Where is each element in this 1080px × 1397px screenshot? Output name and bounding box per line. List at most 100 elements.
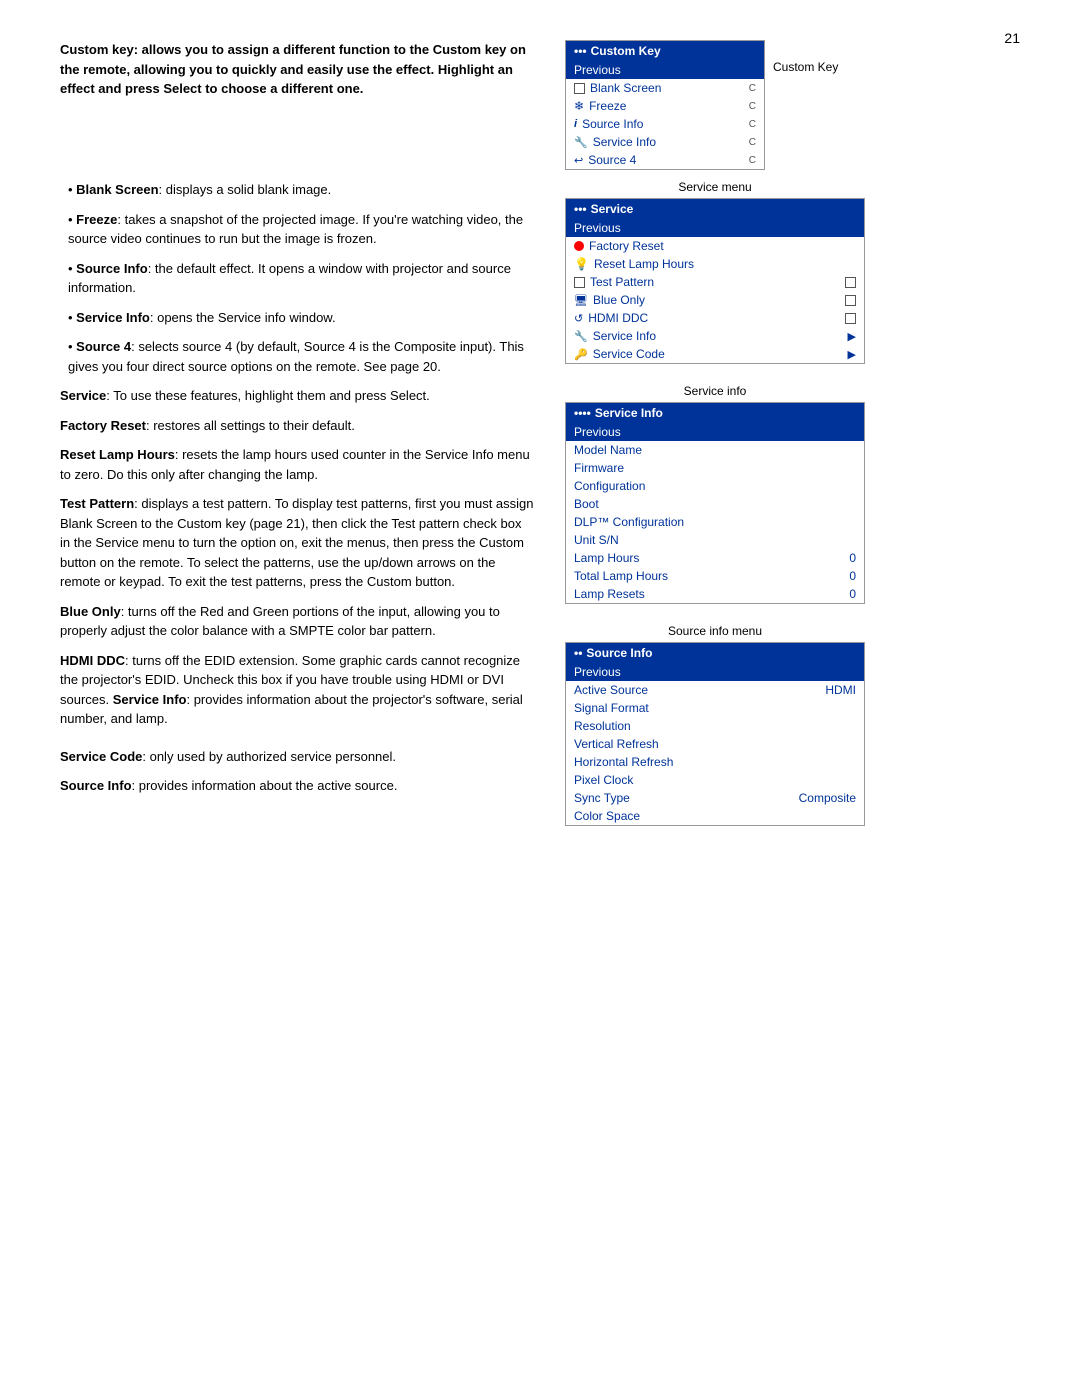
test-pattern-item-label: Test Pattern — [590, 275, 654, 289]
source-info-menu-title: •• Source Info — [566, 643, 864, 663]
sync-type-value: Composite — [799, 791, 856, 805]
factory-reset-desc: : restores all settings to their default… — [146, 418, 355, 433]
total-lamp-hours-value: 0 — [849, 569, 856, 583]
horizontal-refresh-label: Horizontal Refresh — [574, 755, 673, 769]
service-info-arrow: ▶ — [848, 330, 856, 343]
hdmi-ddc-item[interactable]: ↺ HDMI DDC — [566, 309, 864, 327]
source-info-previous[interactable]: Previous — [566, 663, 864, 681]
freeze-radio[interactable]: C — [749, 101, 756, 112]
hdmi-ddc-para: HDMI DDC: turns off the EDID extension. … — [60, 651, 535, 729]
test-pattern-item[interactable]: Test Pattern — [566, 273, 864, 291]
source-info2-bold: Source Info — [60, 778, 132, 793]
service-code-bold: Service Code — [60, 749, 142, 764]
service-code-arrow: ▶ — [848, 348, 856, 361]
source-info-radio[interactable]: C — [749, 119, 756, 130]
vertical-refresh-label: Vertical Refresh — [574, 737, 659, 751]
custom-key-previous[interactable]: Previous — [566, 61, 764, 79]
horizontal-refresh-item: Horizontal Refresh — [566, 753, 864, 771]
lamp-icon: 💡 — [574, 257, 589, 271]
menu-item-service-info[interactable]: 🔧 Service Info C — [566, 133, 764, 151]
unit-sn-item: Unit S/N — [566, 531, 864, 549]
service-info-dots: •••• — [574, 406, 591, 420]
service-menu: ••• Service Previous Factory Reset 💡 — [565, 198, 865, 364]
source-info-menu-label: Source info menu — [565, 624, 865, 638]
firmware-item: Firmware — [566, 459, 864, 477]
freeze-para: Freeze: takes a snapshot of the projecte… — [60, 210, 535, 249]
test-pattern-check[interactable] — [845, 277, 856, 288]
source4-bold: Source 4 — [76, 339, 131, 354]
dlp-item: DLP™ Configuration — [566, 513, 864, 531]
blank-screen-desc: : displays a solid blank image. — [159, 182, 332, 197]
service-info2-bold: Service Info — [113, 692, 187, 707]
boot-item: Boot — [566, 495, 864, 513]
freeze-icon: ❄ — [574, 99, 584, 113]
freeze-label: Freeze — [589, 99, 626, 113]
blank-screen-bold: Blank Screen — [76, 182, 158, 197]
lamp-hours-label: Lamp Hours — [574, 551, 639, 565]
source-info2-desc: : provides information about the active … — [132, 778, 398, 793]
signal-format-item: Signal Format — [566, 699, 864, 717]
source-info-para: Source Info: the default effect. It open… — [60, 259, 535, 298]
factory-reset-bold: Factory Reset — [60, 418, 146, 433]
service-intro-desc: : To use these features, highlight them … — [106, 388, 430, 403]
blue-only-bold: Blue Only — [60, 604, 121, 619]
blue-only-item[interactable]: 🖥 Blue Only — [566, 291, 864, 309]
lamp-resets-item: Lamp Resets 0 — [566, 585, 864, 603]
source-info-title-text: Source Info — [586, 646, 652, 660]
info-icon: i — [574, 118, 577, 130]
lamp-resets-label: Lamp Resets — [574, 587, 645, 601]
hdmi-ddc-check[interactable] — [845, 313, 856, 324]
service-info-item-label: Service Info — [593, 329, 656, 343]
lamp-hours-value: 0 — [849, 551, 856, 565]
service-info-item[interactable]: 🔧 Service Info ▶ — [566, 327, 864, 345]
checkbox-icon — [574, 83, 585, 94]
service-info-menu: •••• Service Info Previous Model Name Fi… — [565, 402, 865, 604]
unit-sn-label: Unit S/N — [574, 533, 619, 547]
page-number: 21 — [1004, 30, 1020, 46]
service-code-desc: : only used by authorized service person… — [142, 749, 396, 764]
configuration-label: Configuration — [574, 479, 645, 493]
service-code-item-label: Service Code — [593, 347, 665, 361]
left-text-column: Blank Screen: displays a solid blank ima… — [60, 180, 535, 806]
service-code-para: Service Code: only used by authorized se… — [60, 747, 535, 767]
service-title-text: Service — [591, 202, 634, 216]
menu-item-source4[interactable]: ↩ Source 4 C — [566, 151, 764, 169]
service-info-previous[interactable]: Previous — [566, 423, 864, 441]
key-icon: 🔑 — [574, 348, 588, 361]
menu-item-blank-screen[interactable]: Blank Screen C — [566, 79, 764, 97]
custom-key-dots: ••• — [574, 44, 587, 58]
service-code-item[interactable]: 🔑 Service Code ▶ — [566, 345, 864, 363]
reset-lamp-item[interactable]: 💡 Reset Lamp Hours — [566, 255, 864, 273]
service-bold: Service — [60, 388, 106, 403]
factory-reset-item[interactable]: Factory Reset — [566, 237, 864, 255]
active-source-item: Active Source HDMI — [566, 681, 864, 699]
custom-key-title-text: Custom Key — [591, 44, 661, 58]
test-pattern-para: Test Pattern: displays a test pattern. T… — [60, 494, 535, 592]
source4-icon: ↩ — [574, 154, 583, 167]
monitor-icon: 🖥 — [574, 294, 588, 307]
blue-only-item-label: Blue Only — [593, 293, 645, 307]
service-info-label: Service Info — [593, 135, 656, 149]
service-menu-previous[interactable]: Previous — [566, 219, 864, 237]
boot-label: Boot — [574, 497, 599, 511]
source4-radio[interactable]: C — [749, 155, 756, 166]
blank-screen-radio[interactable]: C — [749, 83, 756, 94]
service-menu-title: ••• Service — [566, 199, 864, 219]
service-info-title-text: Service Info — [595, 406, 663, 420]
sync-type-item: Sync Type Composite — [566, 789, 864, 807]
menu-item-source-info[interactable]: i Source Info C — [566, 115, 764, 133]
vertical-refresh-item: Vertical Refresh — [566, 735, 864, 753]
service-info-desc: : opens the Service info window. — [150, 310, 336, 325]
service-info-menu-wrapper: Service info •••• Service Info Previous … — [565, 384, 865, 604]
lamp-hours-item: Lamp Hours 0 — [566, 549, 864, 567]
source-info2-para: Source Info: provides information about … — [60, 776, 535, 796]
blue-only-check[interactable] — [845, 295, 856, 306]
source4-desc: : selects source 4 (by default, Source 4… — [68, 339, 524, 374]
service-info-radio[interactable]: C — [749, 137, 756, 148]
reset-lamp-para: Reset Lamp Hours: resets the lamp hours … — [60, 445, 535, 484]
resolution-label: Resolution — [574, 719, 631, 733]
intro-para: Custom key: allows you to assign a diffe… — [60, 40, 535, 99]
color-space-label: Color Space — [574, 809, 640, 823]
total-lamp-hours-item: Total Lamp Hours 0 — [566, 567, 864, 585]
menu-item-freeze[interactable]: ❄ Freeze C — [566, 97, 764, 115]
